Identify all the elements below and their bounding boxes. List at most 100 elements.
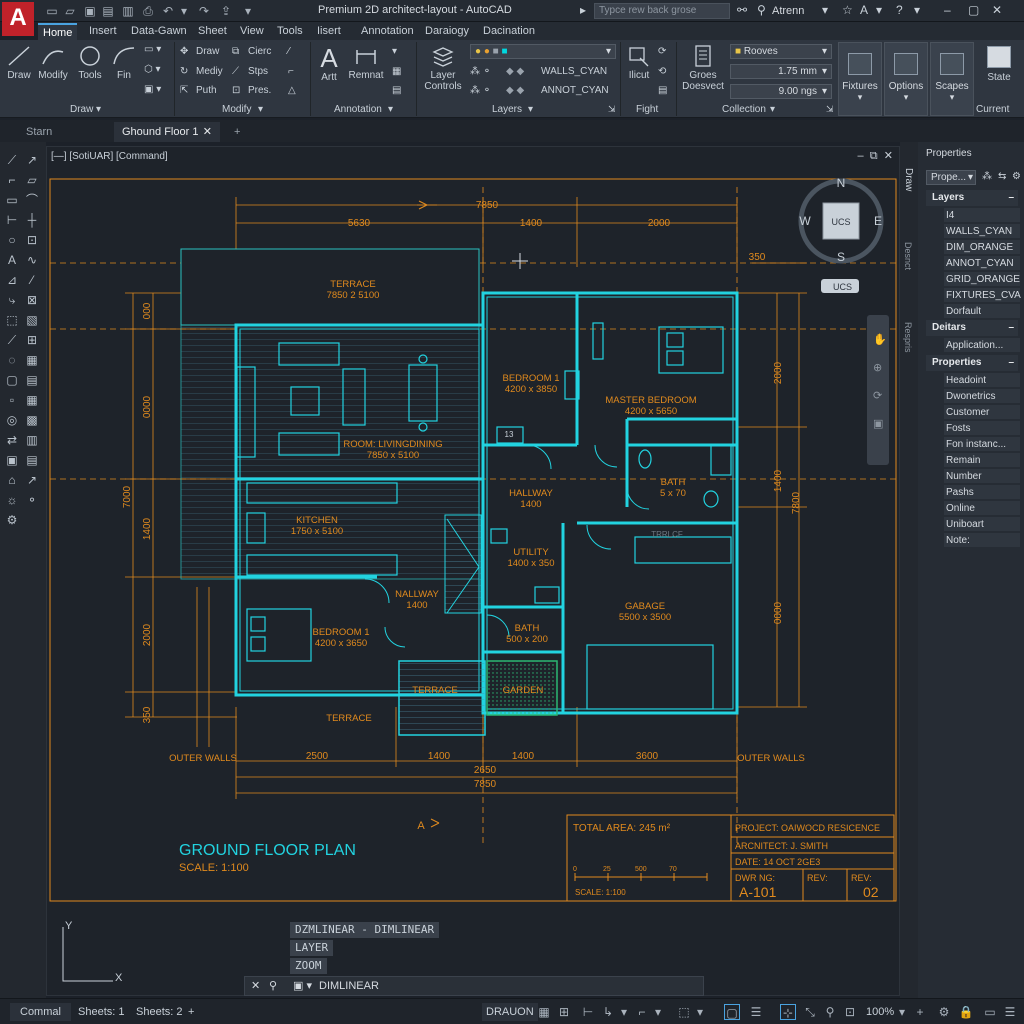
showmotion-icon[interactable]: ▣ bbox=[873, 418, 883, 430]
lineweight-icon[interactable]: ☰ bbox=[748, 1004, 764, 1020]
draw-group-expand-icon[interactable]: ▾ bbox=[96, 104, 101, 115]
layer-item[interactable]: GRID_ORANGE bbox=[944, 272, 1020, 287]
property-item[interactable]: Headoint bbox=[944, 373, 1020, 388]
tab-sheet[interactable]: Sheet bbox=[193, 23, 232, 40]
rectangle-icon[interactable]: ▭ ▾ bbox=[144, 44, 161, 55]
tab-annotation[interactable]: Annotation bbox=[356, 23, 419, 40]
print-icon[interactable]: ⎙ bbox=[140, 3, 156, 19]
properties-dropdown[interactable]: Prope... ▾ bbox=[926, 170, 976, 185]
orbit-icon[interactable]: ⟳ bbox=[873, 390, 882, 402]
draw-group-label[interactable]: Draw bbox=[70, 104, 93, 115]
collapse-icon[interactable]: – bbox=[1008, 355, 1014, 371]
command-prompt-icon[interactable]: ▣ ▾ bbox=[293, 977, 312, 995]
search-input[interactable]: Typce rew back grose bbox=[594, 3, 730, 19]
tab-home[interactable]: Home bbox=[38, 23, 78, 40]
snap-icon[interactable]: ⊞ bbox=[556, 1004, 572, 1020]
text-button[interactable]: A Artt bbox=[314, 44, 344, 83]
polygon-tool-icon[interactable]: ▱ bbox=[24, 172, 40, 188]
tab-daraiogy[interactable]: Daraiogy bbox=[420, 23, 474, 40]
customize-icon[interactable]: ☰ bbox=[1002, 1004, 1018, 1020]
options-button[interactable]: Options ▾ bbox=[884, 42, 928, 116]
modify-puth-item[interactable]: Puth bbox=[196, 85, 217, 96]
block-edit-icon[interactable]: ⟲ bbox=[658, 66, 666, 77]
settings-tool-icon[interactable]: ⚙ bbox=[4, 512, 20, 528]
plot-icon[interactable]: ▥ bbox=[120, 3, 136, 19]
add-layout-icon[interactable]: + bbox=[188, 1003, 194, 1021]
binoculars-icon[interactable]: ⚯ bbox=[737, 3, 747, 17]
isodraft-icon[interactable]: ⌐ bbox=[634, 1004, 650, 1020]
workspace-icon[interactable]: ⚙ bbox=[936, 1004, 952, 1020]
copy-icon[interactable]: ⧉ bbox=[232, 46, 239, 57]
modify-stps-item[interactable]: Stps bbox=[248, 66, 268, 77]
hatch-icon[interactable]: ⬡ ▾ bbox=[144, 64, 161, 75]
xline-tool-icon[interactable]: ↗ bbox=[24, 152, 40, 168]
modify-group-expand-icon[interactable]: ▾ bbox=[258, 104, 263, 115]
property-item[interactable]: Remain bbox=[944, 453, 1020, 468]
gradient-icon[interactable]: ▣ ▾ bbox=[144, 84, 161, 95]
polyline-tool-icon[interactable]: ⌐ bbox=[4, 172, 20, 188]
spline-tool-icon[interactable]: ∿ bbox=[24, 252, 40, 268]
new-file-icon[interactable]: ▭ bbox=[44, 3, 60, 19]
collection-settings-icon[interactable]: ⇲ bbox=[826, 104, 834, 115]
draw-button[interactable]: Draw bbox=[4, 44, 34, 81]
strip-desnct-tab[interactable]: Desnct bbox=[903, 242, 913, 270]
zoom-level[interactable]: 100% bbox=[866, 1003, 894, 1021]
grid-tool-icon[interactable]: ▦ bbox=[24, 392, 40, 408]
layout-tab-model[interactable]: Commal bbox=[10, 1003, 71, 1021]
drawing-viewport[interactable]: [—] [SotiUAR] [Command] – ⧉ ✕ UCS N S E … bbox=[46, 146, 900, 996]
help-dropdown-icon[interactable]: ▾ bbox=[914, 3, 920, 17]
text-tool-icon[interactable]: A bbox=[4, 252, 20, 268]
fin-button[interactable]: Fin bbox=[110, 44, 138, 81]
groups-button[interactable]: Groes Doesvect bbox=[680, 44, 726, 92]
close-command-icon[interactable]: ✕ bbox=[251, 977, 260, 995]
layers-group-settings-icon[interactable]: ⇲ bbox=[608, 104, 616, 115]
properties-section-header[interactable]: Properties – bbox=[926, 355, 1018, 371]
layer-item[interactable]: DIM_ORANGE bbox=[944, 240, 1020, 255]
arc-tool-icon[interactable]: ⌒ bbox=[24, 192, 40, 208]
modify-button[interactable]: Modify bbox=[36, 44, 70, 81]
table-tool-icon[interactable]: ▤ bbox=[24, 372, 40, 388]
layer-annot-cyan[interactable]: ANNOT_CYAN bbox=[541, 85, 609, 96]
collection-group-label[interactable]: Collection bbox=[722, 104, 766, 115]
save-as-icon[interactable]: ▤ bbox=[100, 3, 116, 19]
linetype-dropdown[interactable]: 9.00 ngs ▾ bbox=[730, 84, 832, 99]
layer-item[interactable]: FIXTURES_CVA bbox=[944, 288, 1021, 303]
select-objects-icon[interactable]: ⇆ bbox=[998, 171, 1006, 182]
layout-tab-sheet1[interactable]: Sheets: 1 bbox=[72, 1003, 130, 1021]
measure-tool-icon[interactable]: ⊿ bbox=[4, 272, 20, 288]
maximize-icon[interactable]: ▢ bbox=[968, 3, 979, 17]
lock-ui-icon[interactable]: 🔒 bbox=[958, 1004, 974, 1020]
scale-icon[interactable]: ⊡ bbox=[232, 85, 240, 96]
undo-icon[interactable]: ↶ bbox=[160, 3, 176, 19]
layer-freeze-icon[interactable]: ◆ ◆ bbox=[506, 66, 524, 77]
ortho-icon[interactable]: ⊢ bbox=[580, 1004, 596, 1020]
layer-item[interactable]: I4 bbox=[944, 208, 1020, 223]
tab-data[interactable]: Data-Gawn bbox=[126, 23, 192, 40]
layer-controls-button[interactable]: Layer Controls bbox=[420, 44, 466, 92]
layers-group-expand-icon[interactable]: ▾ bbox=[528, 104, 533, 115]
mirror-icon[interactable]: ⟋ bbox=[232, 66, 239, 77]
line-tool-icon[interactable]: ⟋ bbox=[4, 152, 20, 168]
table-icon[interactable]: ▦ bbox=[392, 66, 401, 77]
insert-block-button[interactable]: Ilicut bbox=[624, 44, 654, 81]
autocad-logo[interactable]: A bbox=[2, 2, 34, 36]
polar-dropdown-icon[interactable]: ▾ bbox=[616, 1004, 632, 1020]
layer-iso-icon[interactable]: ◆ ◆ bbox=[506, 85, 524, 96]
cross-tool-icon[interactable]: ┼ bbox=[24, 212, 40, 228]
markup-icon[interactable]: ▤ bbox=[392, 85, 401, 96]
command-line[interactable]: ✕ ⚲ ▣ ▾ DIMLINEAR bbox=[244, 976, 704, 996]
move-icon[interactable]: ✥ bbox=[180, 46, 188, 57]
zoom-dropdown-icon[interactable]: ▾ bbox=[894, 1004, 910, 1020]
layer-item[interactable]: Dorfault bbox=[944, 304, 1020, 319]
user-name[interactable]: Atrenn bbox=[772, 5, 804, 17]
annotation-group-expand-icon[interactable]: ▾ bbox=[388, 104, 393, 115]
rotate-icon[interactable]: ↻ bbox=[180, 66, 188, 77]
zoom-nav-icon[interactable]: ⊕ bbox=[873, 362, 882, 374]
style-dropdown[interactable]: ■ Rooves ▾ bbox=[730, 44, 832, 59]
tab-dacination[interactable]: Dacination bbox=[478, 23, 540, 40]
polar-icon[interactable]: ↳ bbox=[600, 1004, 616, 1020]
annotation-scale-icon[interactable]: ⊡ bbox=[842, 1004, 858, 1020]
block-tool-icon[interactable]: ⊡ bbox=[24, 232, 40, 248]
pan-icon[interactable]: ✋ bbox=[873, 333, 887, 346]
help-icon[interactable]: ? bbox=[896, 3, 903, 17]
